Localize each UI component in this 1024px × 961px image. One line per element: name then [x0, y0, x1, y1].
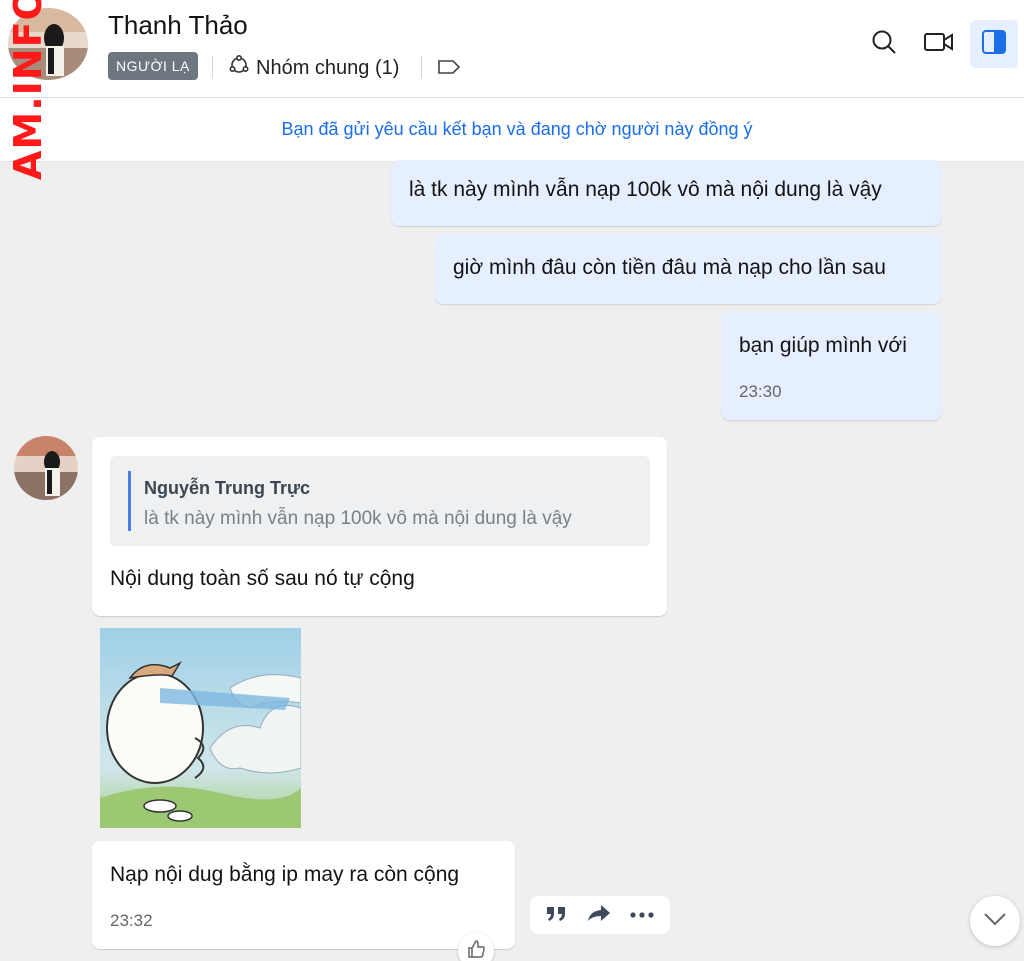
watermark-logo: AM.INFO	[6, 0, 50, 180]
message-bubble-outgoing[interactable]: là tk này mình vẫn nạp 100k vô mà nội du…	[391, 160, 942, 226]
video-call-icon	[923, 30, 955, 59]
friend-request-text: Bạn đã gửi yêu cầu kết bạn và đang chờ n…	[281, 119, 753, 139]
header-divider	[212, 56, 213, 78]
common-groups-link[interactable]: Nhóm chung (1)	[228, 54, 399, 82]
sender-avatar[interactable]	[14, 436, 78, 500]
scroll-to-bottom-button[interactable]	[970, 896, 1020, 946]
message-bubble-outgoing[interactable]: giờ mình đâu còn tiền đâu mà nạp cho lần…	[435, 234, 942, 304]
message-text: Nội dung toàn số sau nó tự cộng	[110, 567, 415, 590]
stranger-badge: NGƯỜI LẠ	[108, 52, 198, 80]
tag-icon[interactable]	[436, 56, 462, 83]
quote-text: là tk này mình vẫn nạp 100k vô mà nội du…	[144, 508, 572, 529]
search-icon	[870, 28, 898, 61]
sticker-image[interactable]	[100, 628, 301, 828]
video-call-button[interactable]	[915, 20, 963, 68]
message-text: Nạp nội dug bằng ip may ra còn cộng	[110, 863, 460, 886]
message-time: 23:32	[110, 911, 153, 930]
more-icon[interactable]	[629, 906, 655, 924]
chevron-down-icon	[983, 912, 1007, 931]
header-divider	[421, 56, 422, 78]
forward-icon[interactable]	[586, 903, 612, 928]
chat-header: AM.INFO Thanh Thảo NGƯỜI LẠ Nhóm chung (…	[0, 0, 1024, 180]
contact-name[interactable]: Thanh Thảo	[108, 10, 248, 41]
message-time: 23:30	[739, 382, 782, 401]
message-bubble-incoming[interactable]: Nạp nội dug bằng ip may ra còn cộng 23:3…	[92, 841, 515, 949]
common-groups-label: Nhóm chung (1)	[256, 56, 400, 79]
quote-author: Nguyễn Trung Trực	[144, 478, 311, 498]
quote-icon[interactable]	[545, 903, 569, 928]
message-text: là tk này mình vẫn nạp 100k vô mà nội du…	[409, 178, 882, 201]
message-bubble-incoming[interactable]: Nguyễn Trung Trực là tk này mình vẫn nạp…	[92, 437, 667, 616]
thumbs-up-icon	[466, 939, 486, 961]
react-button[interactable]	[458, 933, 494, 961]
message-bubble-outgoing[interactable]: bạn giúp mình với 23:30	[721, 312, 942, 420]
group-icon	[228, 54, 250, 82]
friend-request-notice: Bạn đã gửi yêu cầu kết bạn và đang chờ n…	[0, 98, 1024, 162]
sidebar-toggle-icon	[980, 28, 1008, 61]
message-text: giờ mình đâu còn tiền đâu mà nạp cho lần…	[453, 256, 886, 279]
quoted-message[interactable]: Nguyễn Trung Trực là tk này mình vẫn nạp…	[110, 456, 650, 546]
quote-bar	[128, 471, 131, 531]
message-text: bạn giúp mình với	[739, 334, 907, 357]
search-button[interactable]	[860, 20, 908, 68]
message-actions-toolbar	[530, 896, 670, 934]
toggle-sidebar-button[interactable]	[970, 20, 1018, 68]
